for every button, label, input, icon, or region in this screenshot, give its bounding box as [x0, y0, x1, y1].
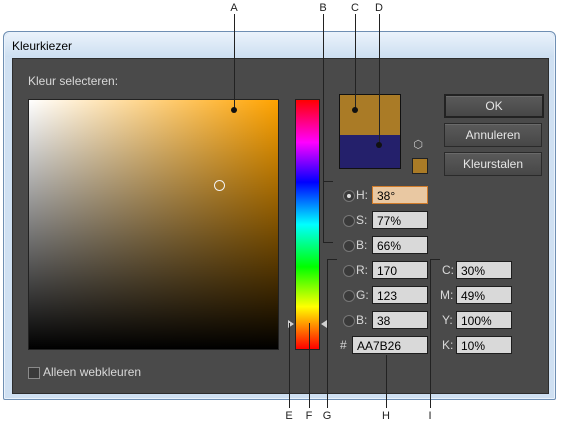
callout-i: I — [428, 410, 432, 422]
leader-g-top — [327, 259, 337, 260]
callout-a: A — [230, 2, 238, 14]
leader-b-bottom — [323, 242, 333, 243]
marker-c — [352, 107, 358, 113]
swatches-button[interactable]: Kleurstalen — [444, 152, 542, 176]
brightness-label: B: — [356, 238, 368, 252]
ok-button[interactable]: OK — [444, 94, 544, 118]
hue-slider[interactable] — [295, 99, 320, 350]
yellow-label: Y: — [442, 313, 453, 327]
color-field[interactable] — [28, 99, 279, 350]
blue-label: B: — [356, 313, 368, 327]
window-title: Kleurkiezer — [12, 39, 73, 53]
radio-blue[interactable] — [343, 315, 355, 327]
current-color-swatch[interactable] — [340, 135, 400, 168]
radio-brightness[interactable] — [343, 240, 355, 252]
cancel-button[interactable]: Annuleren — [444, 123, 542, 147]
color-picker-window: Kleurkiezer Kleur selecteren: ⬡ OK Annul… — [3, 31, 556, 400]
leader-i-top — [430, 259, 440, 260]
hex-input[interactable]: AA7B26 — [352, 336, 428, 354]
saturation-input[interactable]: 77% — [372, 211, 428, 229]
callout-d: D — [375, 2, 383, 14]
dialog-body: Kleur selecteren: ⬡ OK Annuleren Kleurst… — [12, 58, 549, 394]
radio-saturation[interactable] — [343, 215, 355, 227]
marker-a — [231, 107, 237, 113]
color-swatch — [339, 94, 401, 169]
leader-f — [309, 323, 310, 408]
leader-d — [379, 14, 380, 145]
marker-d — [376, 142, 382, 148]
saturation-label: S: — [356, 213, 368, 227]
yellow-input[interactable]: 100% — [456, 311, 512, 329]
brightness-input[interactable]: 66% — [372, 236, 428, 254]
blue-input[interactable]: 38 — [372, 311, 428, 329]
cyan-label: C: — [442, 263, 454, 277]
green-input[interactable]: 123 — [372, 286, 428, 304]
select-color-label: Kleur selecteren: — [28, 74, 119, 88]
hex-label: # — [340, 338, 347, 352]
leader-h — [386, 355, 387, 408]
callout-f: F — [305, 410, 313, 422]
black-label: K: — [442, 338, 454, 352]
hue-label: H: — [356, 188, 368, 202]
leader-a — [234, 14, 235, 110]
black-input[interactable]: 10% — [456, 336, 512, 354]
web-colors-label: Alleen webkleuren — [43, 365, 142, 379]
cyan-input[interactable]: 30% — [456, 261, 512, 279]
leader-b-top — [323, 181, 333, 182]
callout-c: C — [351, 2, 359, 14]
web-safe-color-swatch[interactable] — [412, 158, 428, 174]
web-colors-checkbox[interactable] — [28, 367, 40, 379]
red-label: R: — [356, 263, 368, 277]
callout-h: H — [382, 410, 390, 422]
hue-input[interactable]: 38° — [372, 186, 428, 204]
radio-red[interactable] — [343, 265, 355, 277]
magenta-label: M: — [440, 288, 454, 302]
leader-g — [327, 259, 328, 408]
leader-c — [355, 14, 356, 110]
callout-e: E — [285, 410, 293, 422]
callout-g: G — [322, 410, 332, 422]
cube-icon[interactable]: ⬡ — [412, 139, 424, 151]
color-field-marker[interactable] — [214, 180, 225, 191]
radio-green[interactable] — [343, 290, 355, 302]
leader-e — [289, 323, 290, 408]
callout-b: B — [319, 2, 327, 14]
radio-hue[interactable] — [343, 190, 355, 202]
green-label: G: — [356, 288, 369, 302]
new-color-swatch — [340, 95, 400, 135]
title-bar[interactable]: Kleurkiezer — [5, 33, 554, 57]
red-input[interactable]: 170 — [372, 261, 428, 279]
magenta-input[interactable]: 49% — [456, 286, 512, 304]
leader-b — [323, 14, 324, 243]
leader-i — [430, 259, 431, 408]
